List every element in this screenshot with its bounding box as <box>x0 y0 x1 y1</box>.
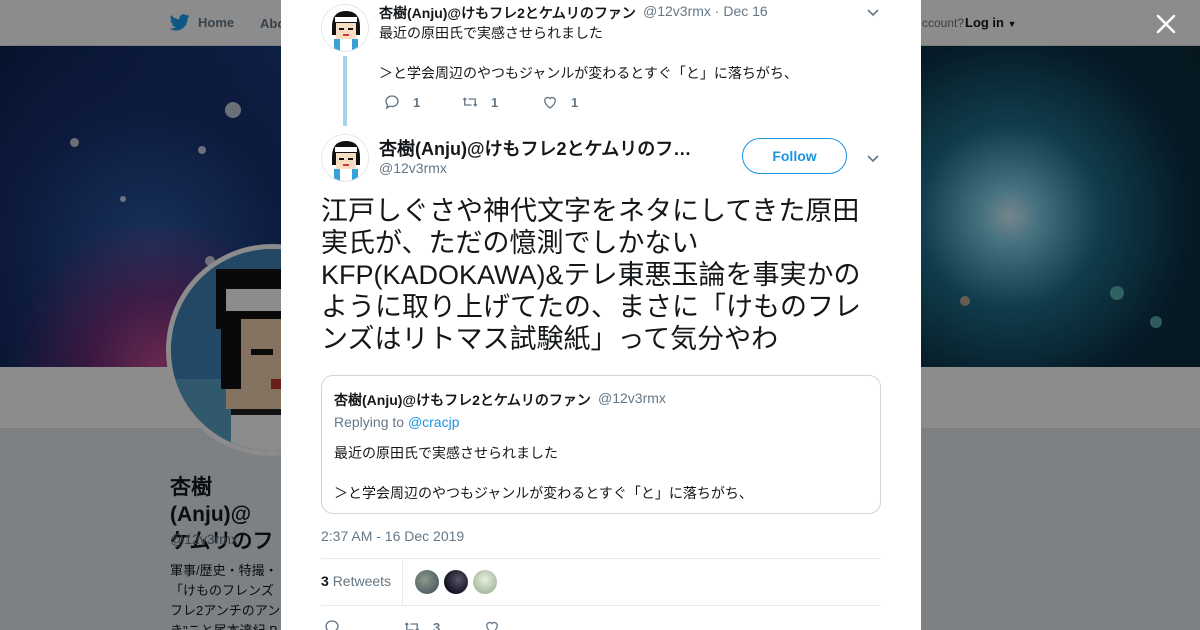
close-button[interactable] <box>1152 10 1180 38</box>
quoted-author-name: 杏樹(Anju)@けもフレ2とケムリのファン <box>334 392 591 408</box>
tweet-timestamp[interactable]: 2:37 AM - 16 Dec 2019 <box>321 528 464 544</box>
tweet-author-handle[interactable]: @12v3rmx <box>379 160 447 176</box>
thread-reply-count: 1 <box>413 94 421 110</box>
quoted-text-line2: ＞と学会周辺のやつもジャンルが変わるとすぐ「と」に落ちがち、 <box>334 485 753 501</box>
avatar-image <box>322 5 368 51</box>
tweet-author-avatar[interactable] <box>321 134 369 182</box>
tweet-stats: 3 Retweets <box>321 558 881 606</box>
chevron-down-icon[interactable] <box>865 4 881 20</box>
like-button[interactable] <box>483 618 501 630</box>
avatar-image <box>322 135 368 181</box>
reply-icon <box>325 620 339 630</box>
heart-icon <box>544 96 556 109</box>
retweeter-avatar[interactable] <box>473 570 497 594</box>
retweeter-avatar[interactable] <box>444 570 468 594</box>
quoted-author-handle: @12v3rmx <box>598 390 666 406</box>
quoted-tweet[interactable]: 杏樹(Anju)@けもフレ2とケムリのファン @12v3rmx Replying… <box>321 375 881 514</box>
thread-text-line1: 最近の原田氏で実感させられました <box>379 25 603 41</box>
retweeter-avatar[interactable] <box>415 570 439 594</box>
reply-icon <box>385 95 399 110</box>
retweet-button[interactable]: 3 <box>403 618 440 630</box>
close-icon <box>1156 14 1176 34</box>
thread-avatar[interactable] <box>321 4 369 52</box>
retweets-stat[interactable]: 3 Retweets <box>321 573 391 589</box>
retweet-icon <box>462 97 478 107</box>
quoted-text-line1: 最近の原田氏で実感させられました <box>334 445 558 461</box>
tweet-text: 江戸しぐさや神代文字をネタにしてきた原田実氏が、ただの憶測でしかないKFP(KA… <box>321 196 861 354</box>
thread-retweet-count: 1 <box>491 94 499 110</box>
follow-button[interactable]: Follow <box>742 138 847 174</box>
chevron-down-icon[interactable] <box>865 150 881 166</box>
thread-author-handle[interactable]: @12v3rmx <box>643 3 711 19</box>
thread-like-button[interactable]: 1 <box>541 93 578 111</box>
thread-author-name[interactable]: 杏樹(Anju)@けもフレ2とケムリのファン <box>379 3 636 23</box>
tweet-actions: 3 <box>321 618 881 630</box>
thread-reply-button[interactable]: 1 <box>383 93 420 111</box>
thread-retweet-button[interactable]: 1 <box>461 93 498 111</box>
thread-text-line2: ＞と学会周辺のやつもジャンルが変わるとすぐ「と」に落ちがち、 <box>379 65 798 81</box>
thread-like-count: 1 <box>571 94 579 110</box>
heart-icon <box>486 621 498 630</box>
tweet-author-name[interactable]: 杏樹(Anju)@けもフレ2とケムリのファン <box>379 135 697 161</box>
retweet-count: 3 <box>433 619 441 630</box>
stats-divider <box>402 559 403 605</box>
tweet-modal: 杏樹(Anju)@けもフレ2とケムリのファン @12v3rmx · Dec 16… <box>281 0 921 630</box>
replying-to-handle[interactable]: @cracjp <box>408 414 460 430</box>
retweet-icon <box>404 622 420 630</box>
thread-connector <box>343 56 347 126</box>
reply-button[interactable] <box>323 618 341 630</box>
thread-date[interactable]: · Dec 16 <box>715 3 768 19</box>
replying-to: Replying to @cracjp <box>334 414 460 430</box>
thread-meta: @12v3rmx · Dec 16 <box>643 3 768 19</box>
